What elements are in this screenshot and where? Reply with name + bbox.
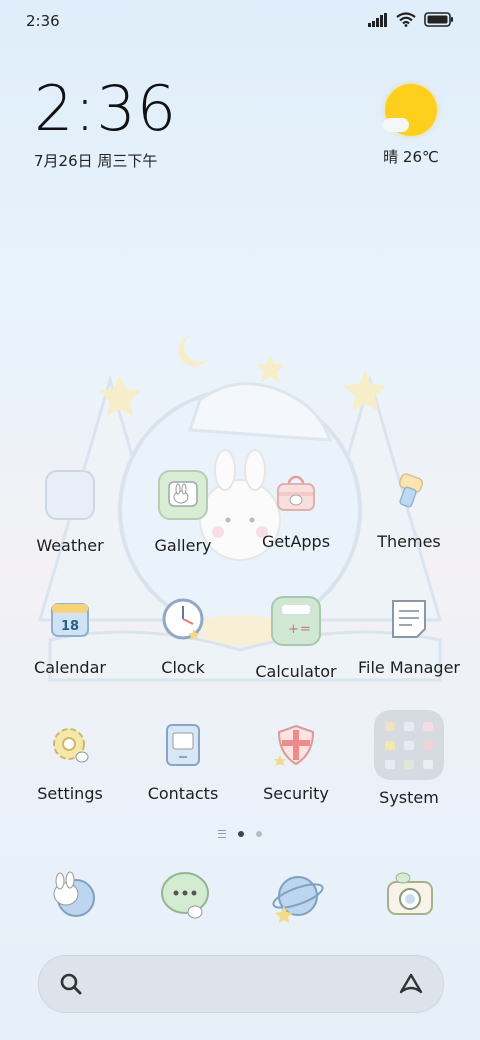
widget-time: 2:36 xyxy=(34,72,178,145)
app-drawer-lines-icon xyxy=(218,830,226,838)
clock-app-icon xyxy=(160,596,206,642)
widget-date: 7月26日 周三下午 xyxy=(34,152,158,170)
status-bar: 2:36 xyxy=(0,0,480,42)
battery-icon xyxy=(424,12,453,27)
app-security[interactable]: Security xyxy=(240,722,352,803)
clock-widget[interactable]: 2:36 7月26日 周三下午 xyxy=(34,78,177,171)
app-getapps[interactable]: GetApps xyxy=(240,470,352,551)
app-themes[interactable]: Themes xyxy=(353,470,465,551)
contacts-app-icon xyxy=(160,722,206,768)
app-weather[interactable]: Weather xyxy=(14,470,126,555)
themes-brush-icon xyxy=(386,470,432,516)
app-contacts[interactable]: Contacts xyxy=(127,722,239,803)
calendar-day: 18 xyxy=(61,619,79,634)
app-label: Calculator xyxy=(255,662,337,681)
gallery-app-icon xyxy=(158,470,208,520)
svg-text:=: = xyxy=(300,622,311,637)
page-dot xyxy=(256,831,262,837)
app-label: Security xyxy=(263,784,329,803)
assistant-icon[interactable] xyxy=(397,970,425,998)
app-calendar[interactable]: 18 Calendar xyxy=(14,596,126,677)
settings-gear-icon xyxy=(47,722,93,768)
status-time: 2:36 xyxy=(26,12,60,30)
app-label: Weather xyxy=(36,536,104,555)
sunny-icon xyxy=(383,84,437,136)
wifi-icon xyxy=(396,12,416,27)
camera-app-icon xyxy=(387,872,433,915)
app-label: Clock xyxy=(161,658,205,677)
dock-phone[interactable] xyxy=(44,868,100,924)
app-calculator[interactable]: + = Calculator xyxy=(240,596,352,681)
dock-camera[interactable] xyxy=(383,868,439,924)
messages-app-icon xyxy=(161,872,209,919)
page-indicator[interactable] xyxy=(0,830,480,838)
signal-icon xyxy=(368,12,387,27)
phone-app-icon xyxy=(53,871,95,917)
app-label: Themes xyxy=(377,532,441,551)
app-label: File Manager xyxy=(358,658,460,677)
svg-text:+: + xyxy=(288,622,299,637)
app-gallery[interactable]: Gallery xyxy=(127,470,239,555)
page-dot-active xyxy=(238,831,244,837)
getapps-bag-icon xyxy=(273,470,319,516)
folder-system[interactable]: System xyxy=(353,710,465,807)
dock-messages[interactable] xyxy=(157,868,213,924)
app-label: Settings xyxy=(37,784,103,803)
calculator-app-icon: + = xyxy=(271,596,321,646)
app-file-manager[interactable]: File Manager xyxy=(353,596,465,677)
weather-app-icon xyxy=(45,470,95,520)
security-shield-icon xyxy=(273,722,319,768)
browser-app-icon xyxy=(272,876,324,923)
app-label: Gallery xyxy=(154,536,212,555)
app-clock[interactable]: Clock xyxy=(127,596,239,677)
system-folder-icon xyxy=(374,710,444,780)
dock-browser[interactable] xyxy=(270,868,326,924)
calendar-app-icon: 18 xyxy=(47,596,93,642)
file-manager-app-icon xyxy=(386,596,432,642)
app-label: Calendar xyxy=(34,658,106,677)
app-settings[interactable]: Settings xyxy=(14,722,126,803)
app-label: System xyxy=(379,788,439,807)
search-icon[interactable] xyxy=(59,972,83,996)
search-bar[interactable] xyxy=(38,955,444,1013)
weather-widget[interactable]: 晴 26℃ xyxy=(376,84,446,167)
app-label: Contacts xyxy=(147,784,219,803)
app-label: GetApps xyxy=(261,532,331,551)
weather-summary: 晴 26℃ xyxy=(383,148,439,166)
